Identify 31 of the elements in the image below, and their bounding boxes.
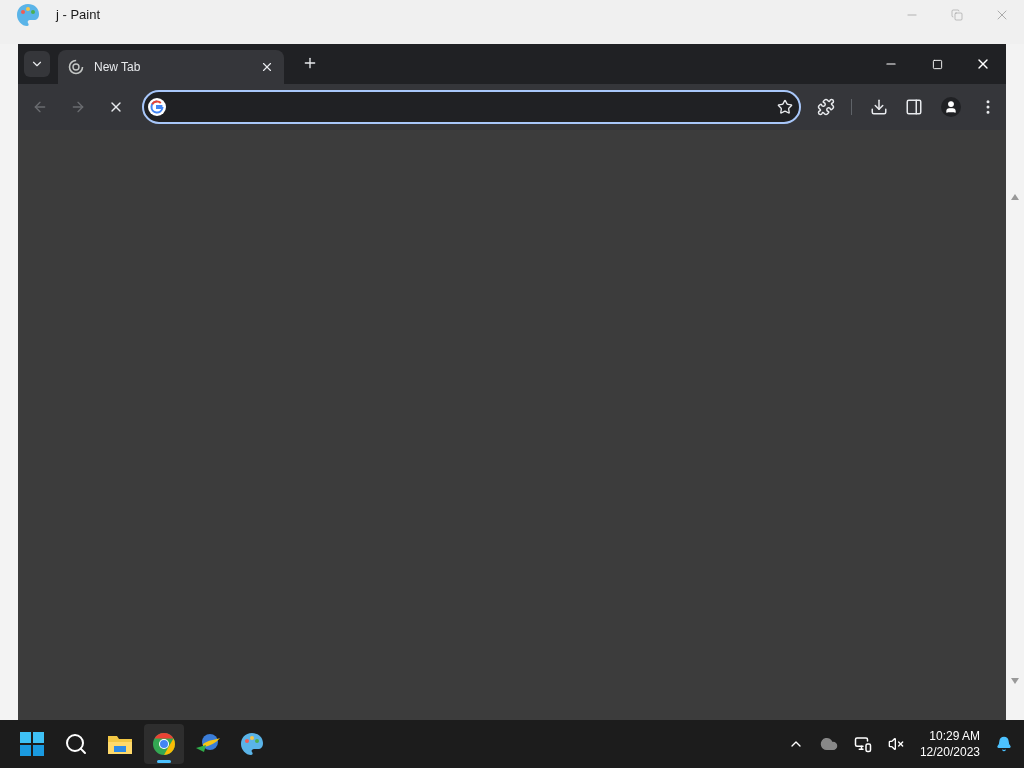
- palette-icon: [240, 732, 264, 756]
- taskbar-app-button[interactable]: [144, 724, 184, 764]
- profile-avatar[interactable]: [941, 97, 961, 117]
- maximize-icon[interactable]: [931, 58, 943, 70]
- clock-time[interactable]: 10:29 AM: [929, 728, 980, 744]
- active-indicator: [157, 760, 171, 763]
- tab-title: New Tab: [94, 59, 141, 76]
- tab-close-icon[interactable]: [260, 60, 274, 74]
- network-icon[interactable]: [853, 735, 872, 753]
- cloud-offline-icon[interactable]: [819, 735, 838, 753]
- bookmark-star-icon[interactable]: [777, 99, 793, 115]
- address-bar[interactable]: [142, 90, 801, 124]
- folder-icon: [107, 733, 133, 755]
- browser-logo-icon: [152, 732, 176, 756]
- tab-search-button[interactable]: [24, 51, 50, 77]
- scroll-down-icon[interactable]: [1011, 678, 1019, 684]
- palette-icon: [16, 3, 40, 27]
- clock-date[interactable]: 12/20/2023: [919, 744, 980, 760]
- side-panel-icon[interactable]: [905, 98, 923, 116]
- windows-logo-icon: [20, 732, 44, 756]
- loading-spinner-icon: [68, 59, 84, 75]
- browser-tab[interactable]: New Tab: [58, 50, 284, 84]
- new-tab-icon[interactable]: [302, 55, 318, 71]
- window-title: j - Paint: [56, 6, 101, 25]
- notification-bell-icon[interactable]: [996, 736, 1012, 752]
- extensions-icon[interactable]: [817, 98, 835, 116]
- download-icon[interactable]: [870, 98, 888, 116]
- google-logo-icon: [148, 98, 166, 116]
- search-icon: [64, 732, 88, 756]
- speaker-muted-icon[interactable]: [887, 736, 904, 752]
- scroll-up-icon[interactable]: [1011, 194, 1019, 200]
